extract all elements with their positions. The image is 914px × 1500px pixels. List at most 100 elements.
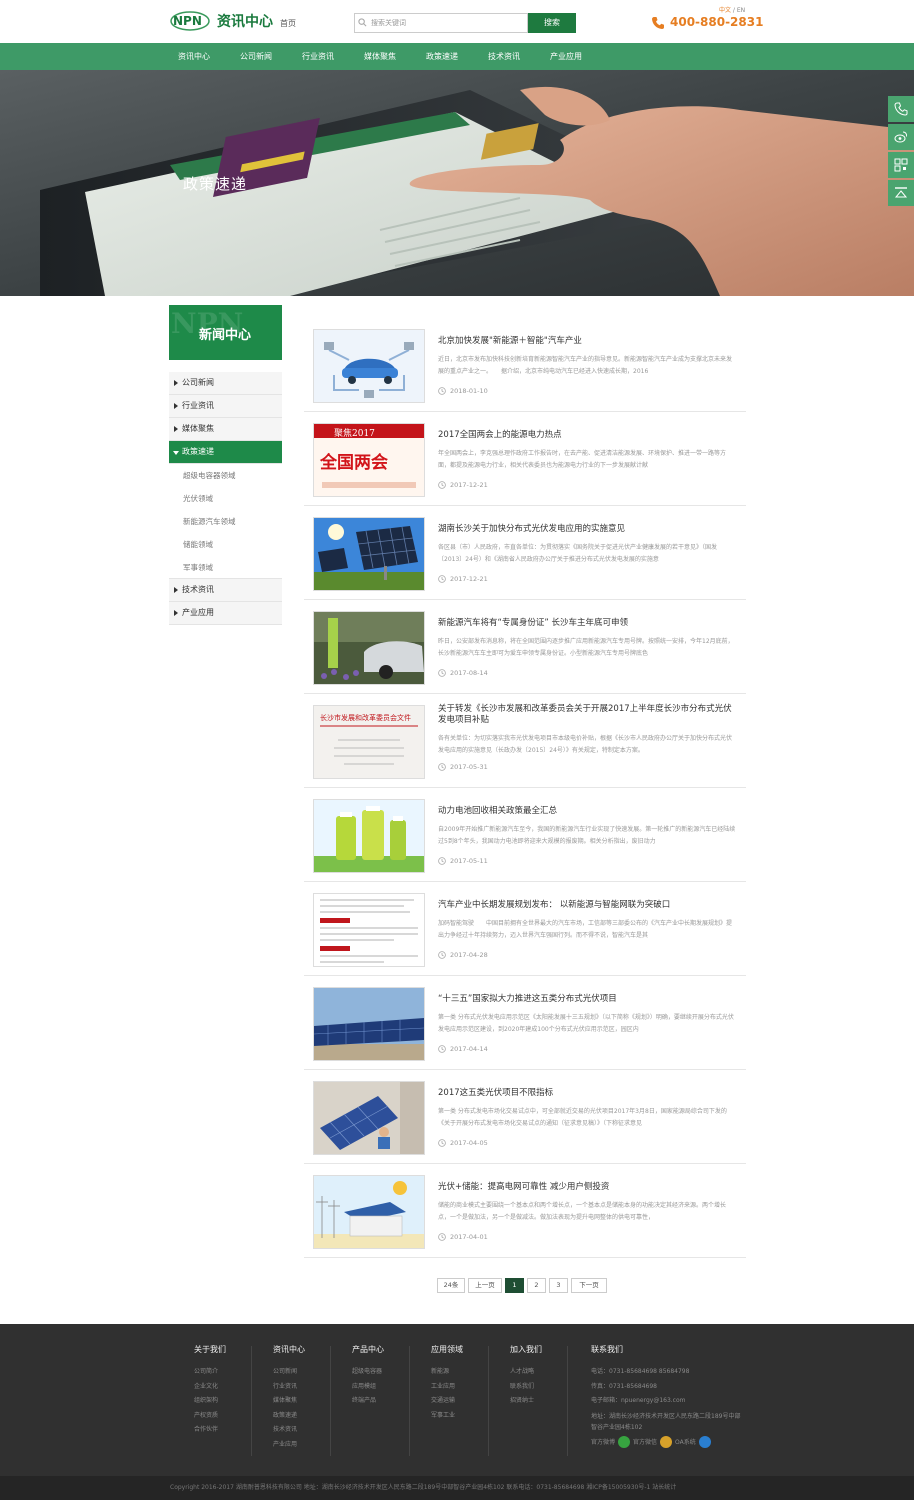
lang-en-link[interactable]: EN — [737, 7, 745, 14]
article-item[interactable]: 聚焦2017 全国两会 2017全国两会上的能源电力热点 年全国两会上，李克强总理… — [304, 412, 746, 506]
footer-col-title: 产品中心 — [352, 1345, 384, 1354]
article-item[interactable]: 动力电池回收相关政策最全汇总 自2009年开始推广新能源汽车至今，我国的新能源汽… — [304, 788, 746, 882]
footer-link[interactable]: 终端产品 — [352, 1394, 384, 1409]
clock-icon — [438, 1139, 446, 1147]
nav-item-company-news[interactable]: 公司新闻 — [225, 43, 287, 70]
article-title[interactable]: 2017这五类光伏项目不限指标 — [438, 1088, 738, 1099]
sidebar-subitem-supercapacitor[interactable]: 超级电容器领域 — [169, 464, 282, 487]
sidebar-item-policy[interactable]: 政策速递 — [169, 441, 282, 464]
sidebar-item-industry-news[interactable]: 行业资讯 — [169, 395, 282, 418]
footer-link[interactable]: 技术资讯 — [273, 1423, 305, 1438]
footer-link[interactable]: 交通运输 — [431, 1394, 463, 1409]
pagination-page[interactable]: 3 — [549, 1278, 568, 1293]
footer-link[interactable]: 产业应用 — [273, 1438, 305, 1453]
nav-item-media-focus[interactable]: 媒体聚焦 — [349, 43, 411, 70]
article-thumbnail[interactable] — [313, 1081, 425, 1155]
article-thumbnail[interactable] — [313, 611, 425, 685]
article-title[interactable]: 北京加快发展"新能源＋智能"汽车产业 — [438, 336, 738, 347]
article-item[interactable]: 北京加快发展"新能源＋智能"汽车产业 近日，北京市发布加快科技创新培育新能源智能… — [304, 318, 746, 412]
article-thumbnail[interactable] — [313, 799, 425, 873]
sidebar-subitem-military[interactable]: 军事领域 — [169, 556, 282, 579]
article-title[interactable]: 新能源汽车将有“专属身份证” 长沙车主年底可申领 — [438, 618, 738, 629]
float-top-button[interactable] — [888, 180, 914, 206]
article-thumbnail[interactable] — [313, 987, 425, 1061]
article-item[interactable]: 新能源汽车将有“专属身份证” 长沙车主年底可申领 昨日，公安部发布消息称，将在全… — [304, 600, 746, 694]
weibo-icon[interactable] — [660, 1435, 673, 1448]
float-phone-button[interactable] — [888, 96, 914, 122]
article-item[interactable]: 湖南长沙关于加快分布式光伏发电应用的实施意见 各区县（市）人民政府，市直各单位：… — [304, 506, 746, 600]
section-logo-title: 资讯中心 — [217, 14, 273, 30]
float-weibo-button[interactable] — [888, 124, 914, 150]
pagination-next[interactable]: 下一页 — [571, 1278, 607, 1293]
nav-item-policy[interactable]: 政策速递 — [411, 43, 473, 70]
sidebar-item-tech-news[interactable]: 技术资讯 — [169, 579, 282, 602]
article-thumbnail[interactable]: 聚焦2017 全国两会 — [313, 423, 425, 497]
article-title[interactable]: 湖南长沙关于加快分布式光伏发电应用的实施意见 — [438, 524, 738, 535]
article-item[interactable]: 汽车产业中长期发展规划发布： 以新能源与智能网联为突破口 加码智能驾驶 中国目前… — [304, 882, 746, 976]
article-title[interactable]: 光伏+储能：提高电网可靠性 减少用户侧投资 — [438, 1182, 738, 1193]
sidebar-item-industry-app[interactable]: 产业应用 — [169, 602, 282, 625]
wechat-icon[interactable] — [618, 1435, 631, 1448]
article-title[interactable]: 2017全国两会上的能源电力热点 — [438, 430, 738, 441]
article-title[interactable]: 汽车产业中长期发展规划发布： 以新能源与智能网联为突破口 — [438, 900, 738, 911]
footer-link[interactable]: 合作伙伴 — [194, 1423, 226, 1438]
footer-link[interactable]: 工业应用 — [431, 1380, 463, 1395]
nav-item-news-center[interactable]: 资讯中心 — [163, 43, 225, 70]
footer-link[interactable]: 超级电容器 — [352, 1365, 384, 1380]
footer-link[interactable]: 军事工业 — [431, 1409, 463, 1424]
article-thumbnail[interactable]: 长沙市发展和改革委员会文件 — [313, 705, 425, 779]
pagination-page[interactable]: 2 — [527, 1278, 546, 1293]
footer-link[interactable]: 公司新闻 — [273, 1365, 305, 1380]
article-thumbnail[interactable] — [313, 517, 425, 591]
article-title[interactable]: 动力电池回收相关政策最全汇总 — [438, 806, 738, 817]
oa-label[interactable]: OA系统 — [675, 1437, 696, 1446]
article-item[interactable]: 长沙市发展和改革委员会文件 关于转发《长沙市发展和改革委员会关于开展2017上半… — [304, 694, 746, 788]
sidebar-item-media-focus[interactable]: 媒体聚焦 — [169, 418, 282, 441]
footer-link[interactable]: 企业文化 — [194, 1380, 226, 1395]
footer-link[interactable]: 媒体聚焦 — [273, 1394, 305, 1409]
footer-link[interactable]: 新能源 — [431, 1365, 463, 1380]
contact-address: 地址：湖南长沙经济技术开发区人民东路二段189号中部智谷产业园4栋102 — [591, 1412, 741, 1431]
nav-item-industry-news[interactable]: 行业资讯 — [287, 43, 349, 70]
footer-link[interactable]: 招贤纳士 — [510, 1394, 542, 1409]
home-link[interactable]: 首页 — [280, 18, 296, 29]
lang-cn-link[interactable]: 中文 — [719, 7, 731, 14]
clock-icon — [438, 1233, 446, 1241]
article-summary: 加码智能驾驶 中国目前拥有全世界最大的汽车市场，工信部等三部委公布的《汽车产业中… — [438, 920, 733, 939]
article-summary: 第一类 分布式发电市场化交易试点中，可全部就近交易的光伏项目2017年3月8日，… — [438, 1108, 727, 1127]
footer-link[interactable]: 公司简介 — [194, 1365, 226, 1380]
nav-item-tech-news[interactable]: 技术资讯 — [473, 43, 535, 70]
svg-text:NPN: NPN — [173, 14, 202, 28]
article-title[interactable]: 关于转发《长沙市发展和改革委员会关于开展2017上半年度长沙市分布式光伏发电项目… — [438, 704, 738, 726]
sidebar-subitem-nev[interactable]: 新能源汽车领域 — [169, 510, 282, 533]
pagination-page[interactable]: 1 — [505, 1278, 524, 1293]
footer-link[interactable]: 政策速递 — [273, 1409, 305, 1424]
wechat-label[interactable]: 官方微信 — [633, 1437, 657, 1446]
footer-link[interactable]: 联系我们 — [510, 1380, 542, 1395]
npn-logo[interactable]: NPN — [170, 8, 210, 32]
sidebar-subitem-photovoltaic[interactable]: 光伏领域 — [169, 487, 282, 510]
pagination-prev[interactable]: 上一页 — [468, 1278, 502, 1293]
footer-link[interactable]: 行业资讯 — [273, 1380, 305, 1395]
user-icon[interactable] — [698, 1435, 711, 1448]
article-item[interactable]: “十三五”国家拟大力推进这五类分布式光伏项目 第一类 分布式光伏发电应用示范区《… — [304, 976, 746, 1070]
footer-link[interactable]: 应用模组 — [352, 1380, 384, 1395]
nav-item-industry-app[interactable]: 产业应用 — [535, 43, 597, 70]
caret-right-icon — [174, 610, 178, 616]
article-item[interactable]: 光伏+储能：提高电网可靠性 减少用户侧投资 储能的商业模式主要围绕一个基本点和两… — [304, 1164, 746, 1258]
sidebar-item-company-news[interactable]: 公司新闻 — [169, 372, 282, 395]
article-thumbnail[interactable] — [313, 893, 425, 967]
clock-icon — [438, 951, 446, 959]
caret-down-icon — [173, 451, 179, 455]
float-qrcode-button[interactable] — [888, 152, 914, 178]
search-button[interactable]: 搜索 — [528, 13, 576, 33]
sidebar-subitem-energy-storage[interactable]: 储能领域 — [169, 533, 282, 556]
article-title[interactable]: “十三五”国家拟大力推进这五类分布式光伏项目 — [438, 994, 738, 1005]
footer-link[interactable]: 产权资质 — [194, 1409, 226, 1424]
article-thumbnail[interactable] — [313, 1175, 425, 1249]
article-thumbnail[interactable] — [313, 329, 425, 403]
footer-link[interactable]: 人才战略 — [510, 1365, 542, 1380]
article-item[interactable]: 2017这五类光伏项目不限指标 第一类 分布式发电市场化交易试点中，可全部就近交… — [304, 1070, 746, 1164]
footer-link[interactable]: 组织架构 — [194, 1394, 226, 1409]
search-input[interactable]: 搜索关键词 — [354, 13, 528, 33]
